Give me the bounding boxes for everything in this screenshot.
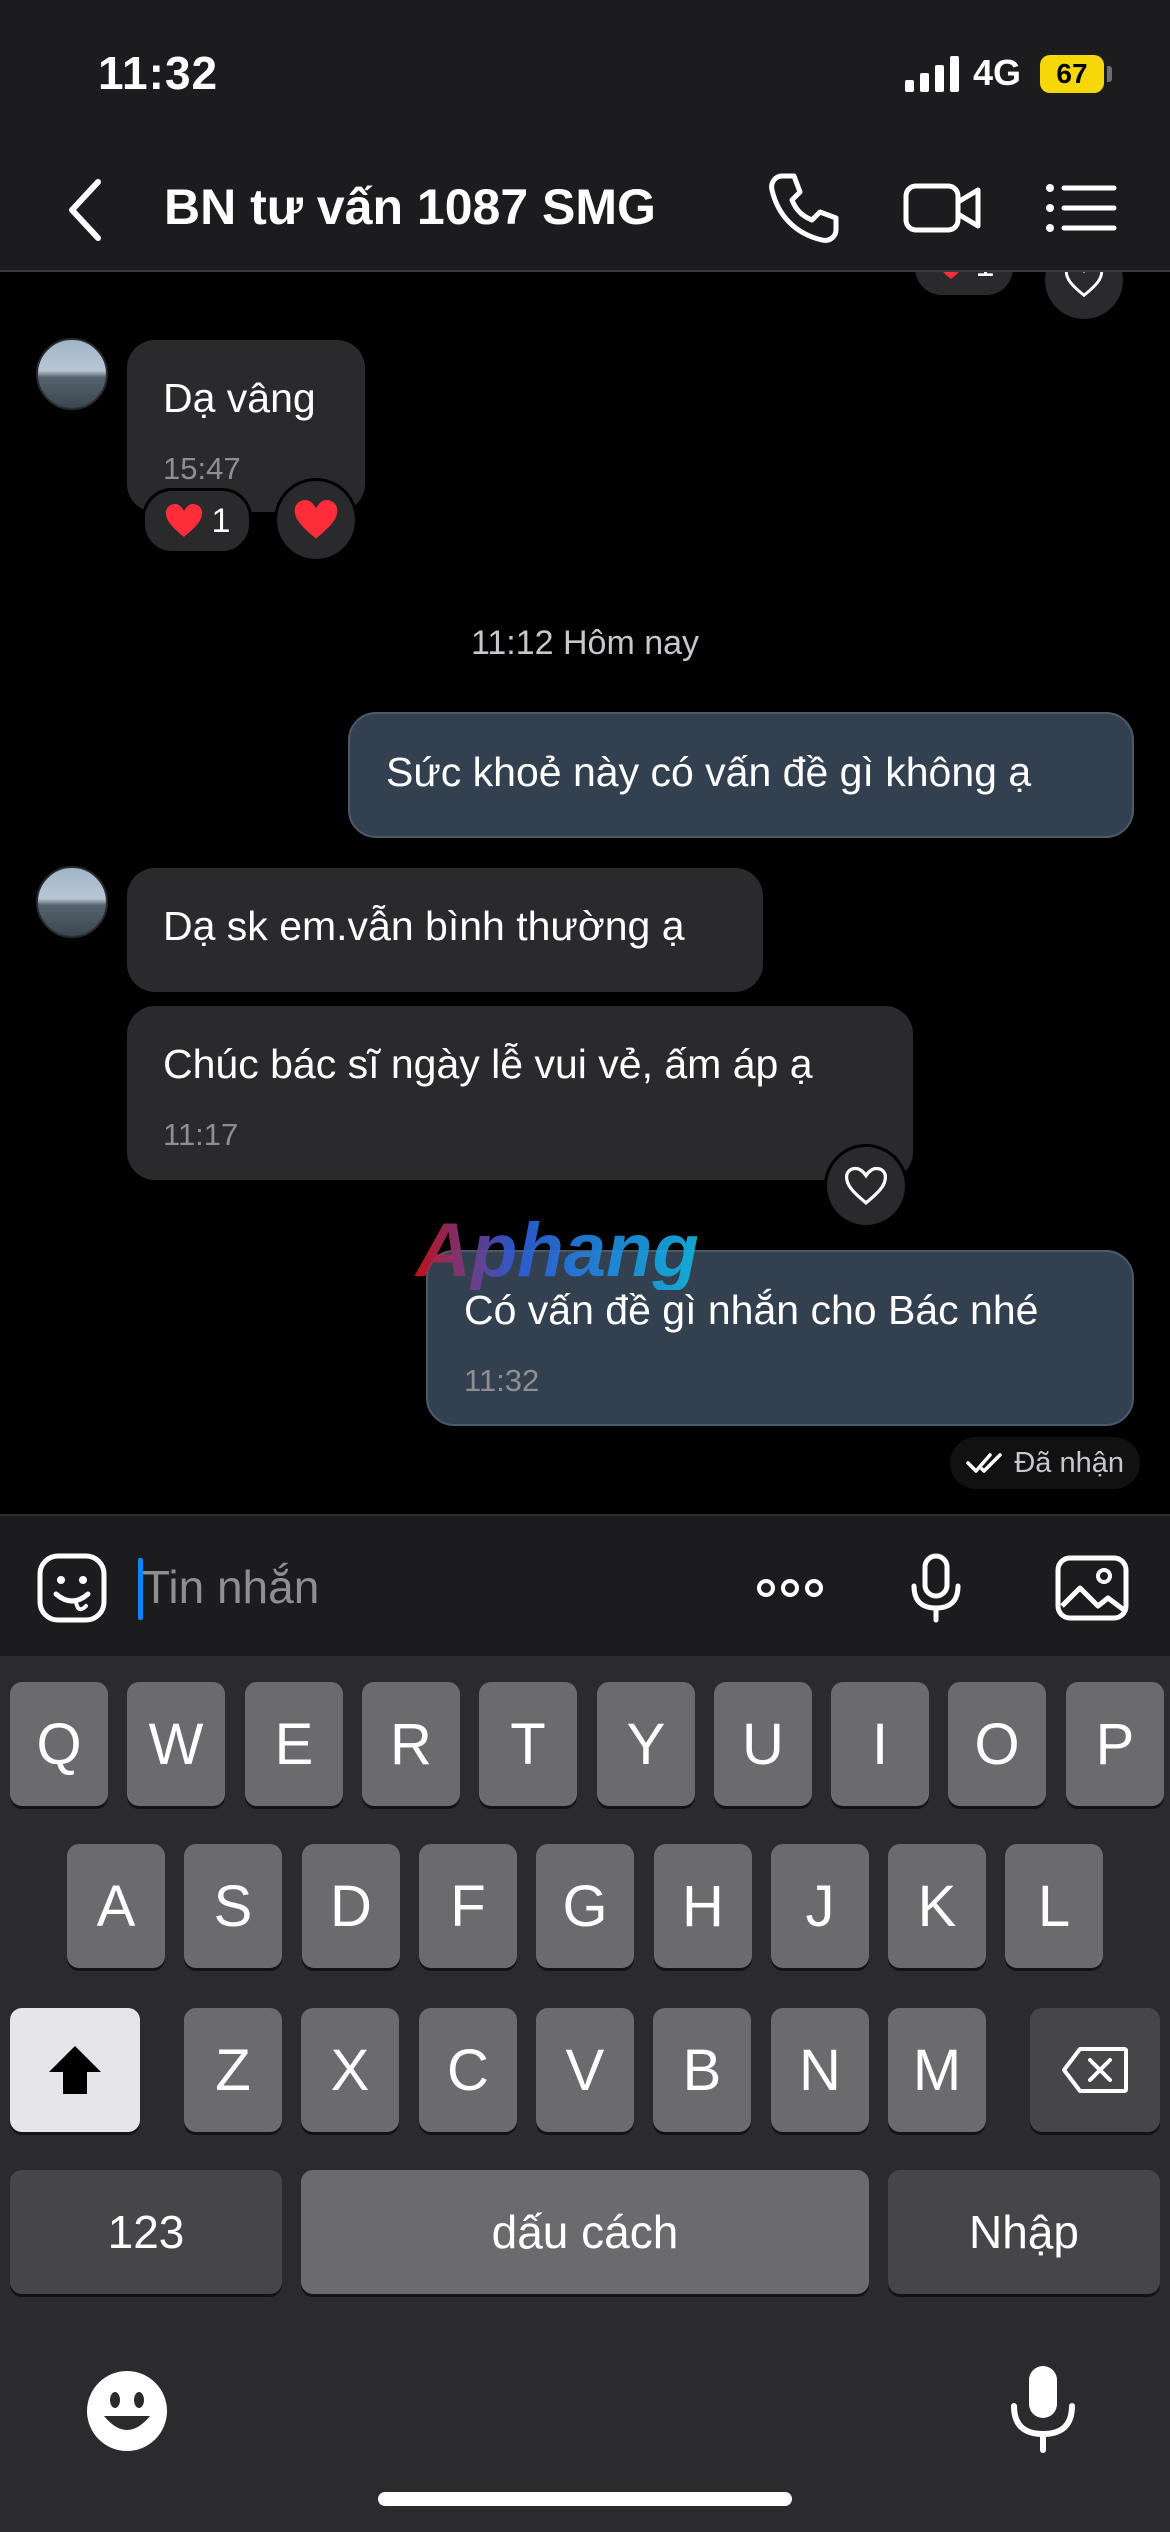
options-list-icon[interactable] — [1038, 166, 1122, 250]
heart-icon — [165, 504, 202, 537]
battery-level: 67 — [1056, 58, 1088, 89]
back-chevron-icon[interactable] — [56, 170, 116, 250]
key-u[interactable]: U — [714, 1682, 812, 1806]
reaction-count: 1 — [976, 272, 995, 285]
microphone-icon[interactable] — [898, 1550, 974, 1626]
message-composer: Tin nhắn — [0, 1514, 1170, 1656]
key-r[interactable]: R — [362, 1682, 460, 1806]
backspace-key[interactable] — [1030, 2008, 1160, 2132]
numbers-key[interactable]: 123 — [10, 2170, 282, 2294]
cellular-signal-icon — [905, 56, 961, 92]
reaction-heart-top[interactable]: 1 — [912, 272, 1016, 298]
watermark-logo: Aphang — [414, 1210, 699, 1290]
delivery-status: Đã nhận — [950, 1437, 1140, 1489]
contact-avatar[interactable] — [36, 866, 108, 938]
delivery-status-text: Đã nhận — [1014, 1446, 1124, 1479]
key-p[interactable]: P — [1066, 1682, 1164, 1806]
sticker-emoji-icon[interactable] — [34, 1550, 110, 1626]
message-text: Có vấn đề gì nhắn cho Bác nhé — [464, 1287, 1039, 1333]
message-time: 11:32 — [464, 1363, 540, 1398]
photo-gallery-icon[interactable] — [1054, 1550, 1130, 1626]
heart-react-button[interactable] — [274, 478, 358, 562]
emoji-keyboard-icon[interactable] — [84, 2368, 170, 2454]
key-g[interactable]: G — [536, 1844, 634, 1968]
key-s[interactable]: S — [184, 1844, 282, 1968]
message-text: Dạ vâng — [163, 375, 316, 421]
return-key[interactable]: Nhập — [888, 2170, 1160, 2294]
double-check-icon — [966, 1453, 1003, 1473]
keyboard: QWERTYUIOP ASDFGHJKL ZXCVBNM 123 dấu các… — [0, 1656, 1170, 2532]
reaction-heart[interactable]: 1 — [142, 488, 252, 554]
key-z[interactable]: Z — [184, 2008, 282, 2132]
key-l[interactable]: L — [1005, 1844, 1103, 1968]
key-t[interactable]: T — [479, 1682, 577, 1806]
home-indicator[interactable] — [378, 2492, 792, 2506]
heart-outline-icon — [844, 1166, 888, 1205]
network-type: 4G — [973, 52, 1022, 93]
message-time: 11:17 — [163, 1117, 239, 1152]
video-call-icon[interactable] — [900, 166, 984, 250]
key-x[interactable]: X — [301, 2008, 399, 2132]
key-e[interactable]: E — [245, 1682, 343, 1806]
key-f[interactable]: F — [419, 1844, 517, 1968]
incoming-message-bubble[interactable]: Chúc bác sĩ ngày lễ vui vẻ, ấm áp ạ 11:1… — [127, 1006, 913, 1180]
reaction-count: 1 — [211, 501, 231, 540]
message-input[interactable]: Tin nhắn — [142, 1560, 319, 1614]
battery-icon: 67 — [1040, 55, 1104, 93]
message-text: Chúc bác sĩ ngày lễ vui vẻ, ấm áp ạ — [163, 1041, 813, 1087]
contact-avatar[interactable] — [36, 338, 108, 410]
heart-filled-icon — [294, 500, 338, 539]
date-divider: 11:12 Hôm nay — [470, 624, 700, 662]
key-m[interactable]: M — [888, 2008, 986, 2132]
status-time: 11:32 — [98, 47, 219, 99]
key-j[interactable]: J — [771, 1844, 869, 1968]
key-b[interactable]: B — [653, 2008, 751, 2132]
top-bar: 11:32 4G 67 BN tư vấn 1087 SMG — [0, 0, 1170, 272]
heart-outline-icon — [1064, 272, 1104, 298]
space-key[interactable]: dấu cách — [301, 2170, 869, 2294]
key-h[interactable]: H — [654, 1844, 752, 1968]
outgoing-message-bubble[interactable]: Sức khoẻ này có vấn đề gì không ạ — [348, 712, 1134, 838]
backspace-icon — [1062, 2047, 1128, 2093]
message-text: Sức khoẻ này có vấn đề gì không ạ — [386, 749, 1032, 795]
heart-react-button[interactable] — [824, 1144, 908, 1228]
key-n[interactable]: N — [771, 2008, 869, 2132]
key-v[interactable]: V — [536, 2008, 634, 2132]
key-k[interactable]: K — [888, 1844, 986, 1968]
heart-icon — [942, 272, 959, 279]
shift-key[interactable] — [10, 2008, 140, 2132]
chat-title[interactable]: BN tư vấn 1087 SMG — [164, 178, 656, 236]
dictation-microphone-icon[interactable] — [1000, 2362, 1086, 2458]
key-y[interactable]: Y — [597, 1682, 695, 1806]
key-o[interactable]: O — [948, 1682, 1046, 1806]
phone-call-icon[interactable] — [760, 166, 844, 250]
shift-arrow-icon — [49, 2046, 101, 2094]
message-time: 15:47 — [163, 451, 241, 486]
battery-cap — [1107, 66, 1112, 82]
watermark-text: Aphang — [414, 1210, 699, 1290]
message-text: Dạ sk em.vẫn bình thường ạ — [163, 903, 685, 949]
incoming-message-bubble[interactable]: Dạ sk em.vẫn bình thường ạ — [127, 868, 763, 992]
key-q[interactable]: Q — [10, 1682, 108, 1806]
key-a[interactable]: A — [67, 1844, 165, 1968]
more-options-icon[interactable] — [752, 1550, 828, 1626]
key-c[interactable]: C — [419, 2008, 517, 2132]
key-d[interactable]: D — [302, 1844, 400, 1968]
chat-area[interactable]: 1 Dạ vâng 15:47 1 11:12 Hôm nay Sức khoẻ… — [0, 272, 1170, 1514]
key-i[interactable]: I — [831, 1682, 929, 1806]
key-w[interactable]: W — [127, 1682, 225, 1806]
heart-react-button[interactable] — [1042, 272, 1126, 322]
